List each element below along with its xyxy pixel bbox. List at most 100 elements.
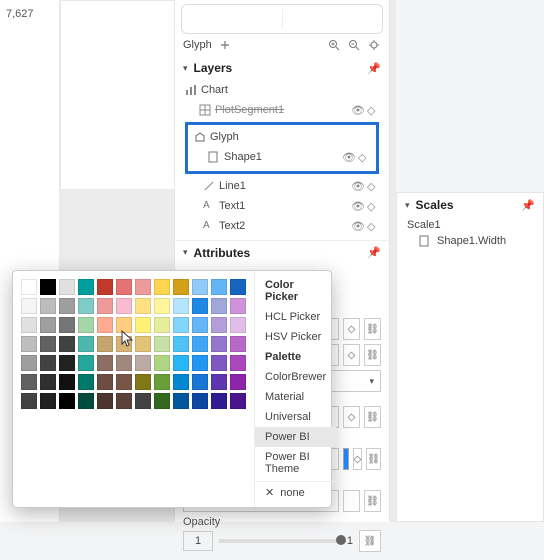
fit-icon[interactable] [367, 38, 381, 52]
pin-icon[interactable]: 📌 [367, 62, 381, 75]
color-swatch[interactable] [192, 355, 208, 371]
color-swatch[interactable] [230, 355, 246, 371]
color-swatch[interactable] [135, 298, 151, 314]
fill-color-swatch[interactable] [343, 448, 349, 470]
scales-header[interactable]: ▾ Scales 📌 [397, 193, 543, 217]
color-swatch[interactable] [192, 279, 208, 295]
color-swatch[interactable] [59, 298, 75, 314]
color-swatch[interactable] [59, 374, 75, 390]
color-swatch[interactable] [154, 317, 170, 333]
color-swatch[interactable] [211, 279, 227, 295]
color-swatch[interactable] [230, 298, 246, 314]
color-swatch[interactable] [40, 298, 56, 314]
color-swatch[interactable] [116, 374, 132, 390]
color-swatch[interactable] [135, 393, 151, 409]
color-swatch[interactable] [59, 393, 75, 409]
color-swatch[interactable] [135, 374, 151, 390]
color-swatch[interactable] [211, 317, 227, 333]
visibility-icon[interactable]: 👁 [351, 104, 363, 116]
color-swatch[interactable] [192, 336, 208, 352]
color-swatch[interactable] [154, 336, 170, 352]
erase-icon[interactable]: ◇ [367, 220, 379, 232]
color-swatch[interactable] [211, 393, 227, 409]
color-swatch[interactable] [173, 317, 189, 333]
color-swatch[interactable] [78, 317, 94, 333]
layer-text2[interactable]: A Text2 👁◇ [181, 216, 383, 236]
link-button[interactable]: ⛓ [364, 490, 381, 512]
layer-chart[interactable]: Chart [181, 80, 383, 100]
color-swatch[interactable] [21, 393, 37, 409]
color-swatch[interactable] [78, 336, 94, 352]
color-swatch[interactable] [59, 355, 75, 371]
color-swatch[interactable] [78, 279, 94, 295]
menu-none[interactable]: ✕ none [255, 481, 336, 503]
color-swatch[interactable] [78, 355, 94, 371]
zoom-out-icon[interactable] [347, 38, 361, 52]
color-swatch[interactable] [211, 374, 227, 390]
color-swatch[interactable] [135, 317, 151, 333]
link-button[interactable]: ⛓ [366, 448, 381, 470]
erase-icon[interactable]: ◇ [367, 200, 379, 212]
color-swatch[interactable] [173, 336, 189, 352]
color-swatch[interactable] [40, 279, 56, 295]
attributes-header[interactable]: ▾ Attributes 📌 [175, 240, 389, 264]
add-glyph-icon[interactable] [218, 38, 232, 52]
color-swatch[interactable] [154, 355, 170, 371]
menu-universal[interactable]: Universal [255, 407, 336, 427]
color-swatch[interactable] [230, 374, 246, 390]
color-swatch[interactable] [21, 298, 37, 314]
color-swatch[interactable] [154, 298, 170, 314]
color-swatch[interactable] [116, 317, 132, 333]
visibility-icon[interactable]: 👁 [351, 200, 363, 212]
menu-powerbi[interactable]: Power BI [255, 427, 336, 447]
color-swatch[interactable] [21, 336, 37, 352]
color-swatch[interactable] [135, 355, 151, 371]
color-swatch[interactable] [59, 279, 75, 295]
erase-icon[interactable]: ◇ [367, 180, 379, 192]
link-button[interactable]: ⛓ [364, 406, 381, 428]
color-swatch[interactable] [192, 393, 208, 409]
color-swatch[interactable] [211, 355, 227, 371]
color-swatch[interactable] [97, 393, 113, 409]
color-swatch[interactable] [173, 279, 189, 295]
color-swatch[interactable] [59, 336, 75, 352]
color-swatch[interactable] [40, 393, 56, 409]
color-swatch[interactable] [154, 279, 170, 295]
erase-button[interactable]: ◇ [343, 318, 360, 340]
link-button[interactable]: ⛓ [359, 530, 381, 552]
color-swatch[interactable] [21, 374, 37, 390]
color-swatch[interactable] [40, 317, 56, 333]
color-swatch[interactable] [173, 298, 189, 314]
erase-button[interactable]: ◇ [343, 406, 360, 428]
opacity-value[interactable]: 1 [183, 531, 213, 551]
color-swatch[interactable] [40, 374, 56, 390]
color-swatch[interactable] [78, 393, 94, 409]
stroke-swatch[interactable] [343, 490, 360, 512]
color-swatch[interactable] [97, 374, 113, 390]
menu-powerbi-theme[interactable]: Power BI Theme [255, 447, 336, 479]
scale-binding[interactable]: Shape1.Width [397, 233, 543, 249]
color-swatch[interactable] [154, 393, 170, 409]
color-swatch[interactable] [230, 336, 246, 352]
color-swatch[interactable] [97, 336, 113, 352]
erase-icon[interactable]: ◇ [358, 151, 370, 163]
pin-icon[interactable]: 📌 [367, 246, 381, 259]
color-swatch[interactable] [59, 317, 75, 333]
color-swatch[interactable] [116, 393, 132, 409]
color-swatch[interactable] [40, 336, 56, 352]
color-swatch[interactable] [116, 279, 132, 295]
erase-button[interactable]: ◇ [343, 344, 360, 366]
layer-text1[interactable]: A Text1 👁◇ [181, 196, 383, 216]
color-swatch[interactable] [192, 298, 208, 314]
color-swatch[interactable] [116, 298, 132, 314]
menu-material[interactable]: Material [255, 387, 336, 407]
color-swatch[interactable] [154, 374, 170, 390]
zoom-in-icon[interactable] [327, 38, 341, 52]
glyph-preview[interactable] [181, 4, 383, 34]
visibility-icon[interactable]: 👁 [351, 180, 363, 192]
opacity-slider[interactable] [219, 539, 341, 543]
color-swatch[interactable] [97, 355, 113, 371]
color-swatch[interactable] [230, 317, 246, 333]
pin-icon[interactable]: 📌 [521, 199, 535, 212]
color-swatch[interactable] [97, 298, 113, 314]
